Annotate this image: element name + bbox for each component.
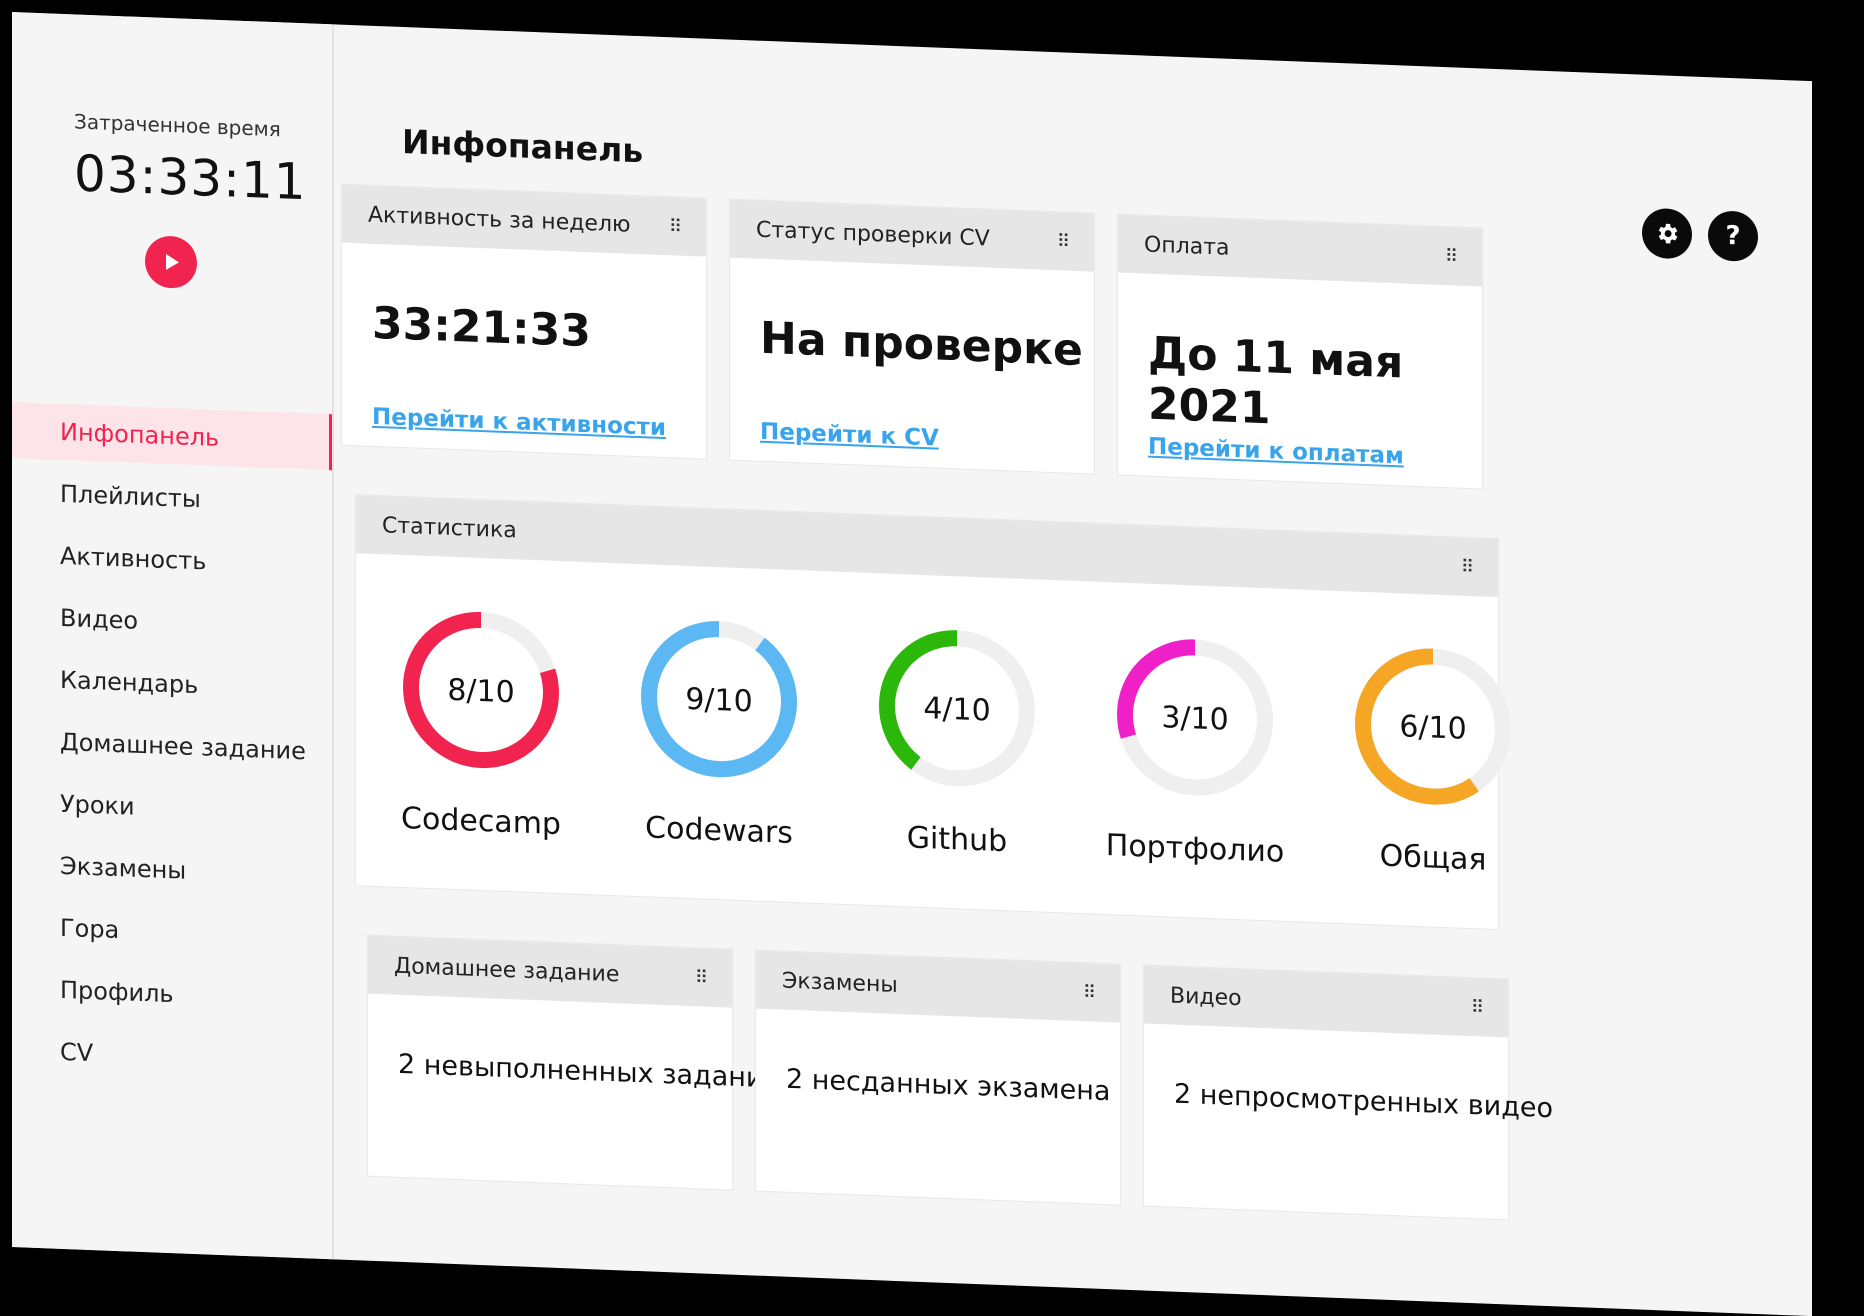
- stat-label: Github: [906, 820, 1008, 860]
- statistics-row: 8/10 Codecamp 9/10 Codewars 4/10 Github 3/10 По…: [356, 595, 1511, 929]
- sidebar-item-homework[interactable]: Домашнее задание: [12, 712, 332, 780]
- sidebar-item-playlists[interactable]: Плейлисты: [12, 464, 332, 532]
- drag-handle-icon[interactable]: ⠿: [1445, 246, 1456, 267]
- payment-card-title: Оплата: [1144, 231, 1230, 261]
- progress-ring: 6/10: [1355, 648, 1511, 805]
- stat-score: 3/10: [1161, 700, 1228, 738]
- progress-ring: 4/10: [879, 630, 1035, 787]
- homework-card-header: Домашнее задание ⠿: [368, 935, 732, 1008]
- payment-card-value: До 11 мая 2021: [1148, 327, 1404, 435]
- play-button[interactable]: [145, 235, 197, 290]
- cv-link[interactable]: Перейти к CV: [760, 419, 939, 452]
- activity-card-title: Активность за неделю: [368, 202, 631, 238]
- stat-gauge: 4/10 Github: [842, 614, 1072, 862]
- payment-link[interactable]: Перейти к оплатам: [1148, 434, 1404, 470]
- activity-card-value: 33:21:33: [372, 297, 591, 358]
- stat-gauge: 8/10 Codecamp: [366, 596, 596, 844]
- stat-gauge: 6/10 Общая: [1318, 632, 1548, 880]
- sidebar-item-profile[interactable]: Профиль: [12, 960, 332, 1028]
- timer-label: Затраченное время: [74, 109, 281, 142]
- page-title: Инфопанель: [402, 121, 644, 171]
- main-content: Инфопанель ? Активность за неделю ⠿ 33:2…: [332, 24, 1812, 1316]
- video-card-title: Видео: [1170, 982, 1242, 1011]
- stat-gauge: 3/10 Портфолио: [1080, 623, 1310, 871]
- sidebar-item-dashboard[interactable]: Инфопанель: [12, 402, 332, 471]
- exams-card-header: Экзамены ⠿: [756, 950, 1120, 1023]
- play-icon: [166, 253, 179, 270]
- stat-label: Codewars: [645, 810, 793, 851]
- help-icon: ?: [1725, 220, 1741, 252]
- stat-gauge: 9/10 Codewars: [604, 605, 834, 853]
- stat-score: 6/10: [1399, 709, 1466, 747]
- statistics-card-header: Статистика ⠿: [356, 495, 1498, 598]
- homework-card: Домашнее задание ⠿ 2 невыполненных задан…: [368, 935, 780, 1190]
- cv-status-card: Статус проверки CV ⠿ На проверке Перейти…: [730, 199, 1094, 474]
- video-card-header: Видео ⠿: [1144, 965, 1508, 1038]
- sidebar-item-calendar[interactable]: Календарь: [12, 650, 332, 718]
- sidebar: Затраченное время 03:33:11 Инфопанель Пл…: [12, 12, 334, 1260]
- stat-score: 4/10: [923, 691, 990, 729]
- app-window: Затраченное время 03:33:11 Инфопанель Пл…: [12, 12, 1812, 1316]
- stat-label: Портфолио: [1105, 828, 1285, 870]
- stat-score: 8/10: [447, 673, 514, 711]
- activity-card-header: Активность за неделю ⠿: [342, 184, 706, 257]
- stat-label: Общая: [1379, 838, 1487, 878]
- drag-handle-icon[interactable]: ⠿: [1471, 997, 1482, 1018]
- gear-icon: [1658, 223, 1678, 244]
- homework-card-title: Домашнее задание: [394, 953, 620, 987]
- sidebar-item-mountain[interactable]: Гора: [12, 898, 332, 966]
- activity-link[interactable]: Перейти к активности: [372, 404, 666, 441]
- exams-card-text: 2 несданных экзамена: [786, 1063, 1111, 1108]
- help-button[interactable]: ?: [1708, 210, 1758, 263]
- video-card-text: 2 непросмотренных видео: [1174, 1078, 1553, 1125]
- stat-score: 9/10: [685, 682, 752, 720]
- drag-handle-icon[interactable]: ⠿: [1083, 982, 1094, 1003]
- exams-card-title: Экзамены: [782, 968, 898, 998]
- drag-handle-icon[interactable]: ⠿: [1057, 231, 1068, 252]
- settings-button[interactable]: [1642, 207, 1692, 260]
- activity-card: Активность за неделю ⠿ 33:21:33 Перейти …: [342, 184, 706, 459]
- drag-handle-icon[interactable]: ⠿: [695, 967, 706, 988]
- cv-card-title: Статус проверки CV: [756, 217, 990, 252]
- progress-ring: 3/10: [1117, 639, 1273, 796]
- exams-card: Экзамены ⠿ 2 несданных экзамена: [756, 950, 1120, 1205]
- video-card: Видео ⠿ 2 непросмотренных видео: [1144, 965, 1553, 1220]
- progress-ring: 8/10: [403, 611, 559, 769]
- sidebar-item-cv[interactable]: CV: [12, 1022, 332, 1090]
- cv-card-value: На проверке: [760, 312, 1083, 377]
- payment-card-header: Оплата ⠿: [1118, 214, 1482, 287]
- homework-card-text: 2 невыполненных задания: [398, 1048, 780, 1095]
- stat-label: Codecamp: [401, 800, 561, 843]
- statistics-card-title: Статистика: [382, 512, 517, 543]
- payment-card: Оплата ⠿ До 11 мая 2021 Перейти к оплата…: [1118, 214, 1482, 489]
- sidebar-item-lessons[interactable]: Уроки: [12, 774, 332, 842]
- drag-handle-icon[interactable]: ⠿: [1461, 556, 1472, 577]
- sidebar-item-exams[interactable]: Экзамены: [12, 836, 332, 904]
- sidebar-item-video[interactable]: Видео: [12, 588, 332, 656]
- timer-value: 03:33:11: [74, 144, 307, 212]
- sidebar-item-activity[interactable]: Активность: [12, 526, 332, 594]
- cv-card-header: Статус проверки CV ⠿: [730, 199, 1094, 272]
- statistics-card: Статистика ⠿ 8/10 Codecamp 9/10 Codewars 4/1…: [356, 495, 1511, 930]
- progress-ring: 9/10: [641, 621, 797, 778]
- drag-handle-icon[interactable]: ⠿: [669, 216, 680, 237]
- sidebar-nav: Инфопанель Плейлисты Активность Видео Ка…: [12, 402, 332, 1096]
